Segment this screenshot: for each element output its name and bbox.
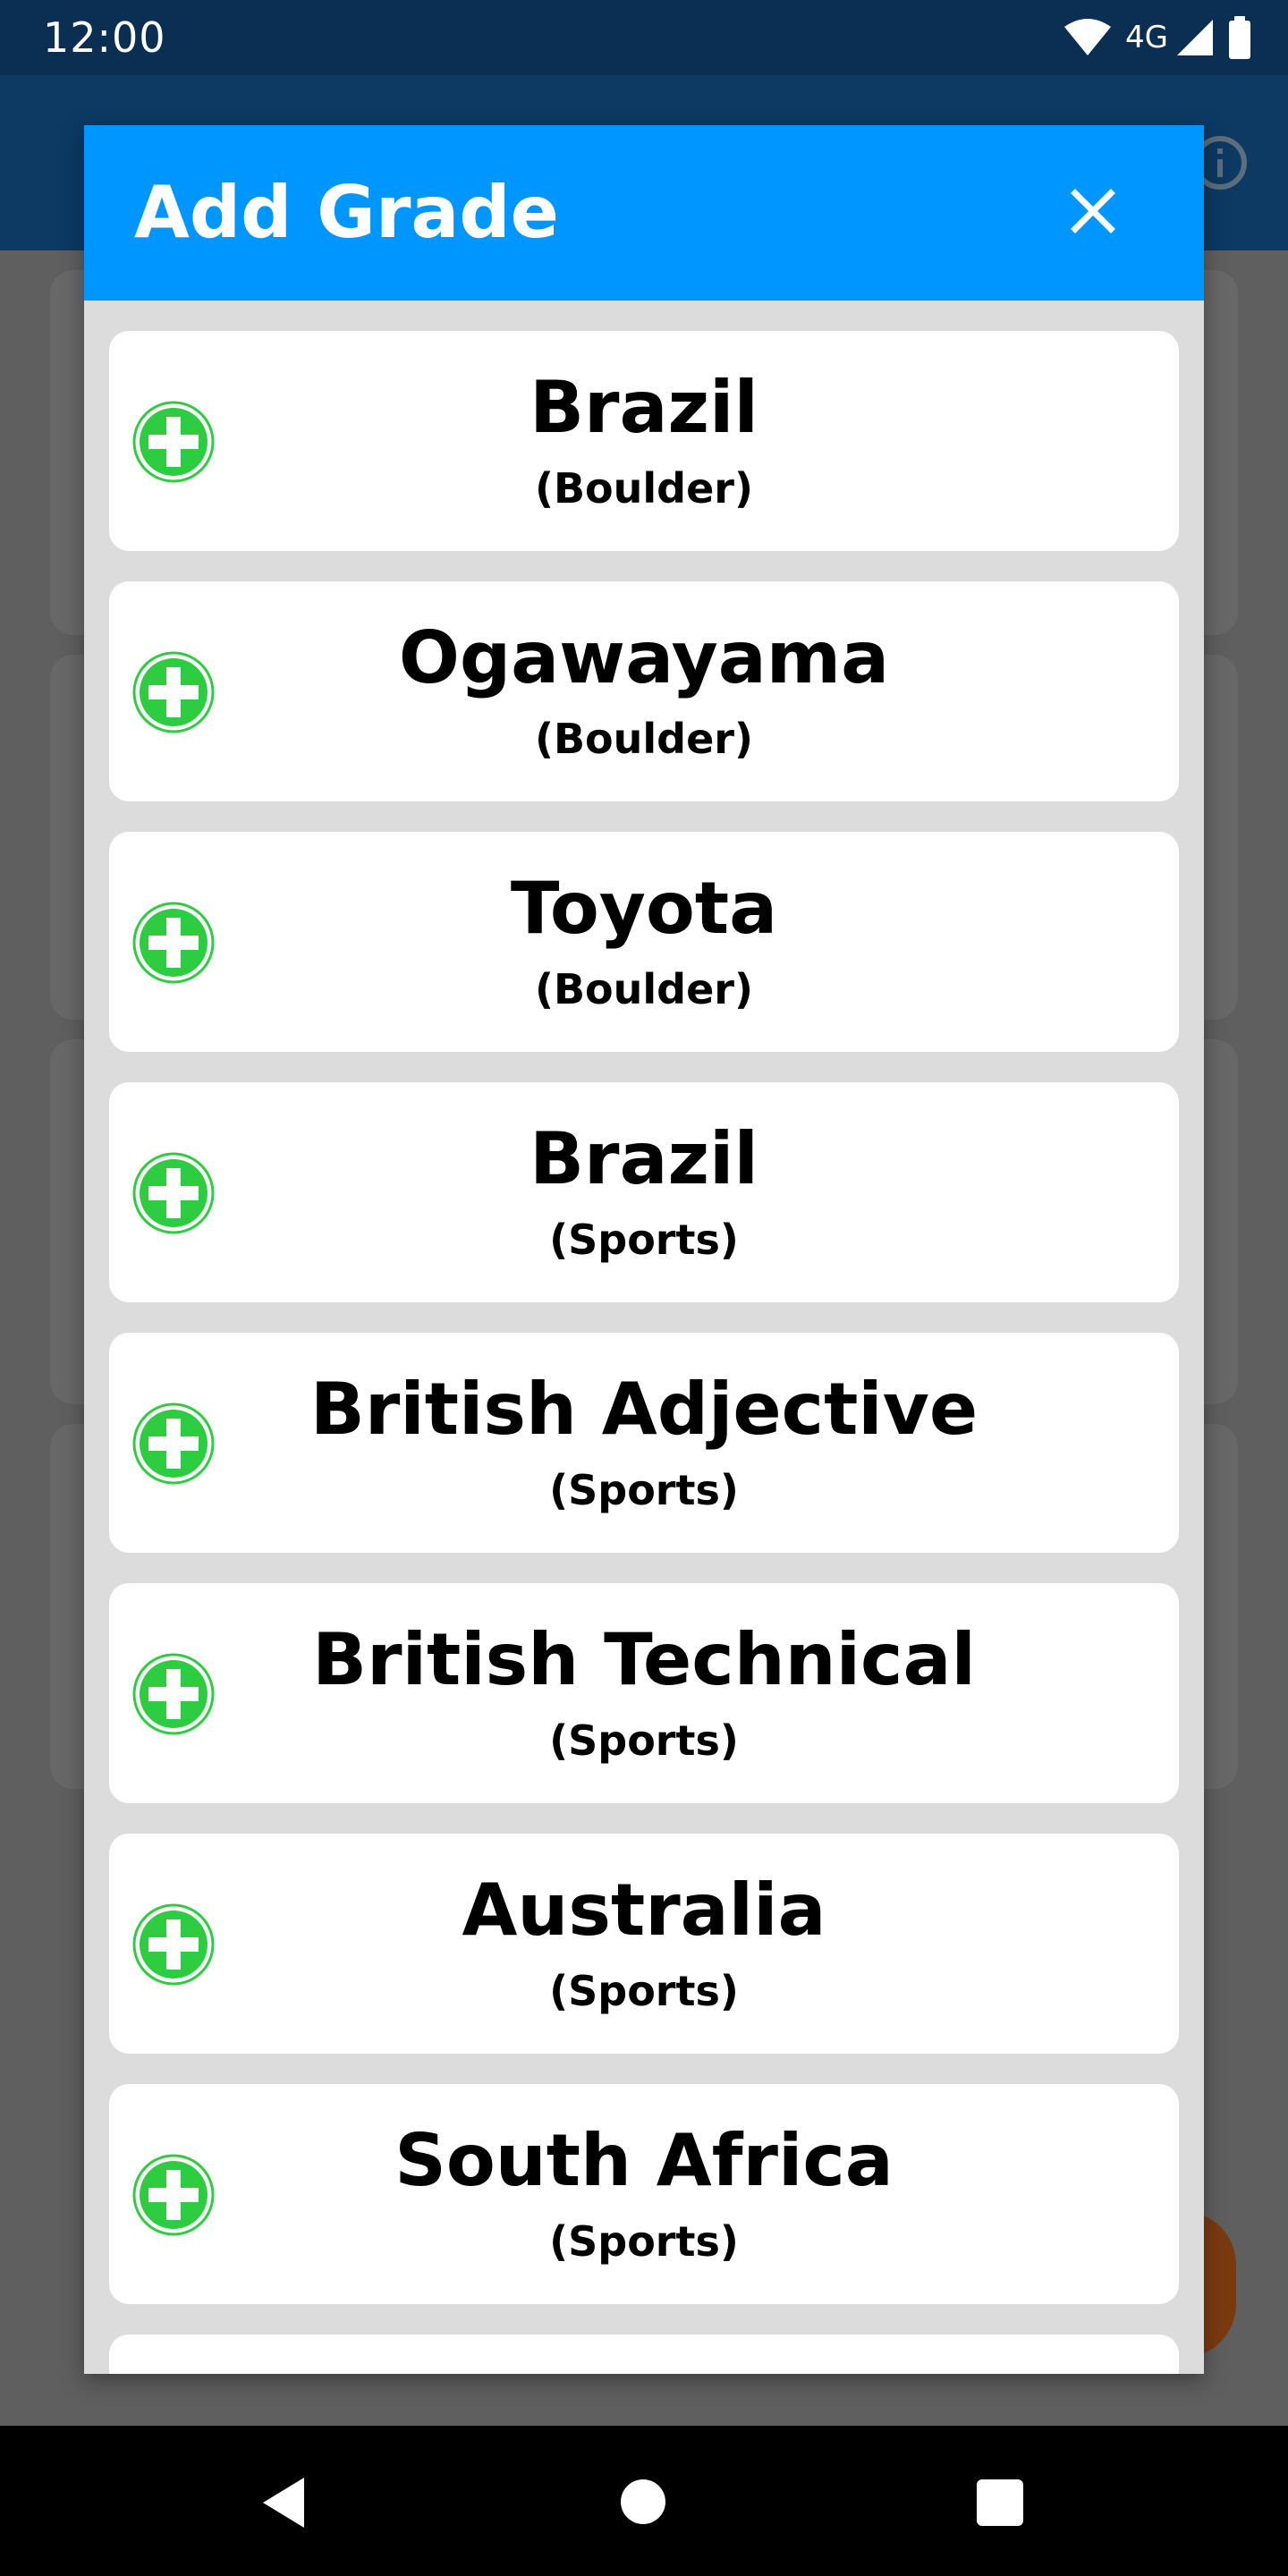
dialog-title: Add Grade [134, 171, 559, 254]
wifi-icon [1064, 19, 1112, 55]
grade-type: (Sports) [549, 1716, 739, 1765]
dialog-header: Add Grade [84, 125, 1204, 301]
grade-type: (Boulder) [534, 715, 754, 763]
network-type-label: 4G [1125, 20, 1168, 55]
grade-option[interactable]: Brazil (Boulder) [109, 331, 1179, 551]
grade-name: Brazil [530, 1117, 758, 1200]
grade-name: British Adjective [309, 1368, 979, 1451]
grade-option[interactable]: British Technical (Sports) [109, 1583, 1179, 1803]
status-time: 12:00 [43, 13, 166, 62]
grade-name: Brazil [530, 366, 758, 449]
navigation-bar [0, 2426, 1288, 2576]
status-bar: 12:00 4G [0, 0, 1288, 75]
grade-option[interactable] [109, 2334, 1179, 2374]
grade-type: (Sports) [549, 1466, 739, 1514]
grade-name: Ogawayama [398, 616, 890, 699]
close-icon[interactable] [1059, 177, 1127, 245]
grade-name: South Africa [394, 2119, 894, 2202]
grade-option[interactable]: Ogawayama (Boulder) [109, 581, 1179, 801]
home-icon[interactable] [621, 2479, 665, 2524]
status-icons: 4G [1063, 14, 1252, 61]
grade-option[interactable]: Australia (Sports) [109, 1834, 1179, 2054]
grade-type: (Boulder) [534, 965, 754, 1013]
add-grade-dialog: Add Grade Brazil (Boulder) Ogawayama (Bould… [84, 125, 1204, 2374]
back-icon[interactable] [259, 2476, 306, 2529]
grade-type: (Boulder) [534, 464, 754, 513]
grade-option[interactable]: Toyota (Boulder) [109, 832, 1179, 1052]
recents-icon[interactable] [977, 2479, 1023, 2526]
grade-option[interactable]: British Adjective (Sports) [109, 1333, 1179, 1553]
grade-type: (Sports) [549, 2217, 739, 2266]
grade-name: Australia [462, 1868, 826, 1952]
grade-type: (Sports) [549, 1967, 739, 2015]
grade-option[interactable]: South Africa (Sports) [109, 2084, 1179, 2304]
grade-type: (Sports) [549, 1216, 739, 1264]
grade-name: British Technical [312, 1618, 976, 1701]
grade-name: Toyota [510, 867, 778, 950]
battery-icon [1229, 16, 1250, 59]
cell-signal-icon [1177, 20, 1213, 55]
grade-option[interactable]: Brazil (Sports) [109, 1082, 1179, 1302]
grade-list[interactable]: Brazil (Boulder) Ogawayama (Boulder) Toyota (… [84, 301, 1204, 2374]
